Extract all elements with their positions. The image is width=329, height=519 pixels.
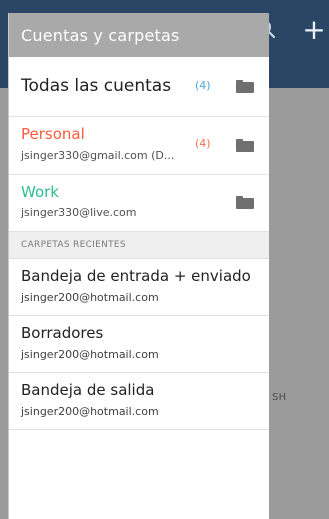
- folder-name: Bandeja de entrada + enviado: [21, 267, 251, 285]
- account-name: Work: [21, 183, 59, 201]
- truncated-list-text: SH: [272, 392, 287, 403]
- folder-icon[interactable]: [236, 196, 254, 209]
- unread-count: (4): [195, 137, 211, 150]
- email-app-screen: + SH Cuentas y carpetas Todas las cuenta…: [0, 0, 329, 519]
- accounts-drawer: Cuentas y carpetas Todas las cuentas (4)…: [8, 13, 269, 519]
- account-name: Todas las cuentas: [21, 76, 172, 96]
- folder-icon[interactable]: [236, 139, 254, 152]
- folder-account-email: jsinger200@hotmail.com: [21, 291, 159, 304]
- section-label: CARPETAS RECIENTES: [21, 240, 126, 250]
- account-name: Personal: [21, 125, 85, 143]
- account-row-work[interactable]: Work jsinger330@live.com: [9, 175, 269, 231]
- recent-folder-row[interactable]: Bandeja de entrada + enviado jsinger200@…: [9, 259, 269, 316]
- recent-folder-row[interactable]: Borradores jsinger200@hotmail.com: [9, 316, 269, 373]
- folder-name: Borradores: [21, 324, 104, 342]
- drawer-header: Cuentas y carpetas: [9, 13, 269, 57]
- account-email: jsinger330@gmail.com (D...: [21, 149, 175, 162]
- folder-icon[interactable]: [236, 80, 254, 93]
- account-row-all[interactable]: Todas las cuentas (4): [9, 57, 269, 117]
- unread-count: (4): [195, 79, 211, 92]
- folder-name: Bandeja de salida: [21, 381, 155, 399]
- account-row-personal[interactable]: Personal jsinger330@gmail.com (D... (4): [9, 117, 269, 175]
- recent-folder-row[interactable]: Bandeja de salida jsinger200@hotmail.com: [9, 373, 269, 430]
- drawer-title: Cuentas y carpetas: [21, 25, 180, 45]
- folder-account-email: jsinger200@hotmail.com: [21, 405, 159, 418]
- folder-account-email: jsinger200@hotmail.com: [21, 348, 159, 361]
- plus-icon[interactable]: +: [302, 16, 326, 44]
- account-email: jsinger330@live.com: [21, 206, 137, 219]
- recent-folders-header: CARPETAS RECIENTES: [9, 231, 269, 259]
